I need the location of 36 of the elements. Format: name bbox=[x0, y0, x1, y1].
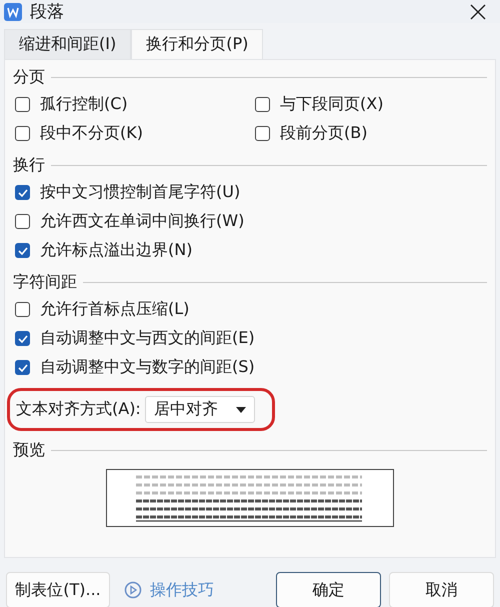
tab[interactable]: 缩进和间距(I) bbox=[4, 29, 132, 59]
app-logo-icon bbox=[4, 2, 22, 20]
tab-stops-button[interactable]: 制表位(T)... bbox=[6, 572, 110, 607]
checkbox-label: 允许行首标点压缩(L) bbox=[40, 299, 190, 320]
checkbox-label: 段前分页(B) bbox=[280, 123, 368, 144]
section-title: 分页 bbox=[13, 66, 45, 88]
checkbox-label: 孤行控制(C) bbox=[40, 94, 128, 115]
checkbox[interactable] bbox=[255, 126, 270, 141]
section-title: 预览 bbox=[13, 440, 45, 460]
alignment-label: 文本对齐方式(A): bbox=[16, 399, 141, 420]
checkbox[interactable] bbox=[15, 214, 30, 229]
checkbox-label: 自动调整中文与西文的间距(E) bbox=[40, 328, 255, 349]
checkbox-label: 与下段同页(X) bbox=[280, 94, 384, 115]
tab[interactable]: 换行和分页(P) bbox=[131, 29, 264, 59]
play-icon[interactable] bbox=[124, 581, 142, 599]
section-title: 字符间距 bbox=[13, 272, 77, 292]
close-icon[interactable] bbox=[470, 4, 486, 20]
checkbox[interactable] bbox=[255, 97, 270, 112]
checkbox-label: 段中不分页(K) bbox=[40, 123, 143, 144]
checkbox[interactable] bbox=[15, 302, 30, 317]
checkbox[interactable] bbox=[15, 360, 30, 375]
checkbox[interactable] bbox=[15, 185, 30, 200]
checkbox-label: 允许西文在单词中间换行(W) bbox=[40, 211, 244, 232]
checkbox-label: 允许标点溢出边界(N) bbox=[40, 240, 192, 261]
caret-icon bbox=[236, 406, 246, 412]
checkbox-label: 按中文习惯控制首尾字符(U) bbox=[40, 182, 240, 203]
checkbox[interactable] bbox=[15, 331, 30, 346]
alignment-dropdown[interactable]: 居中对齐 bbox=[144, 396, 255, 423]
ok-button[interactable]: 确定 bbox=[276, 572, 381, 607]
cancel-button[interactable]: 取消 bbox=[389, 572, 494, 607]
checkbox[interactable] bbox=[15, 243, 30, 258]
section-title: 换行 bbox=[13, 154, 45, 176]
checkbox[interactable] bbox=[15, 97, 30, 112]
checkbox-label: 自动调整中文与数字的间距(S) bbox=[40, 357, 255, 378]
checkbox[interactable] bbox=[15, 126, 30, 141]
window-title: 段落 bbox=[30, 1, 64, 23]
